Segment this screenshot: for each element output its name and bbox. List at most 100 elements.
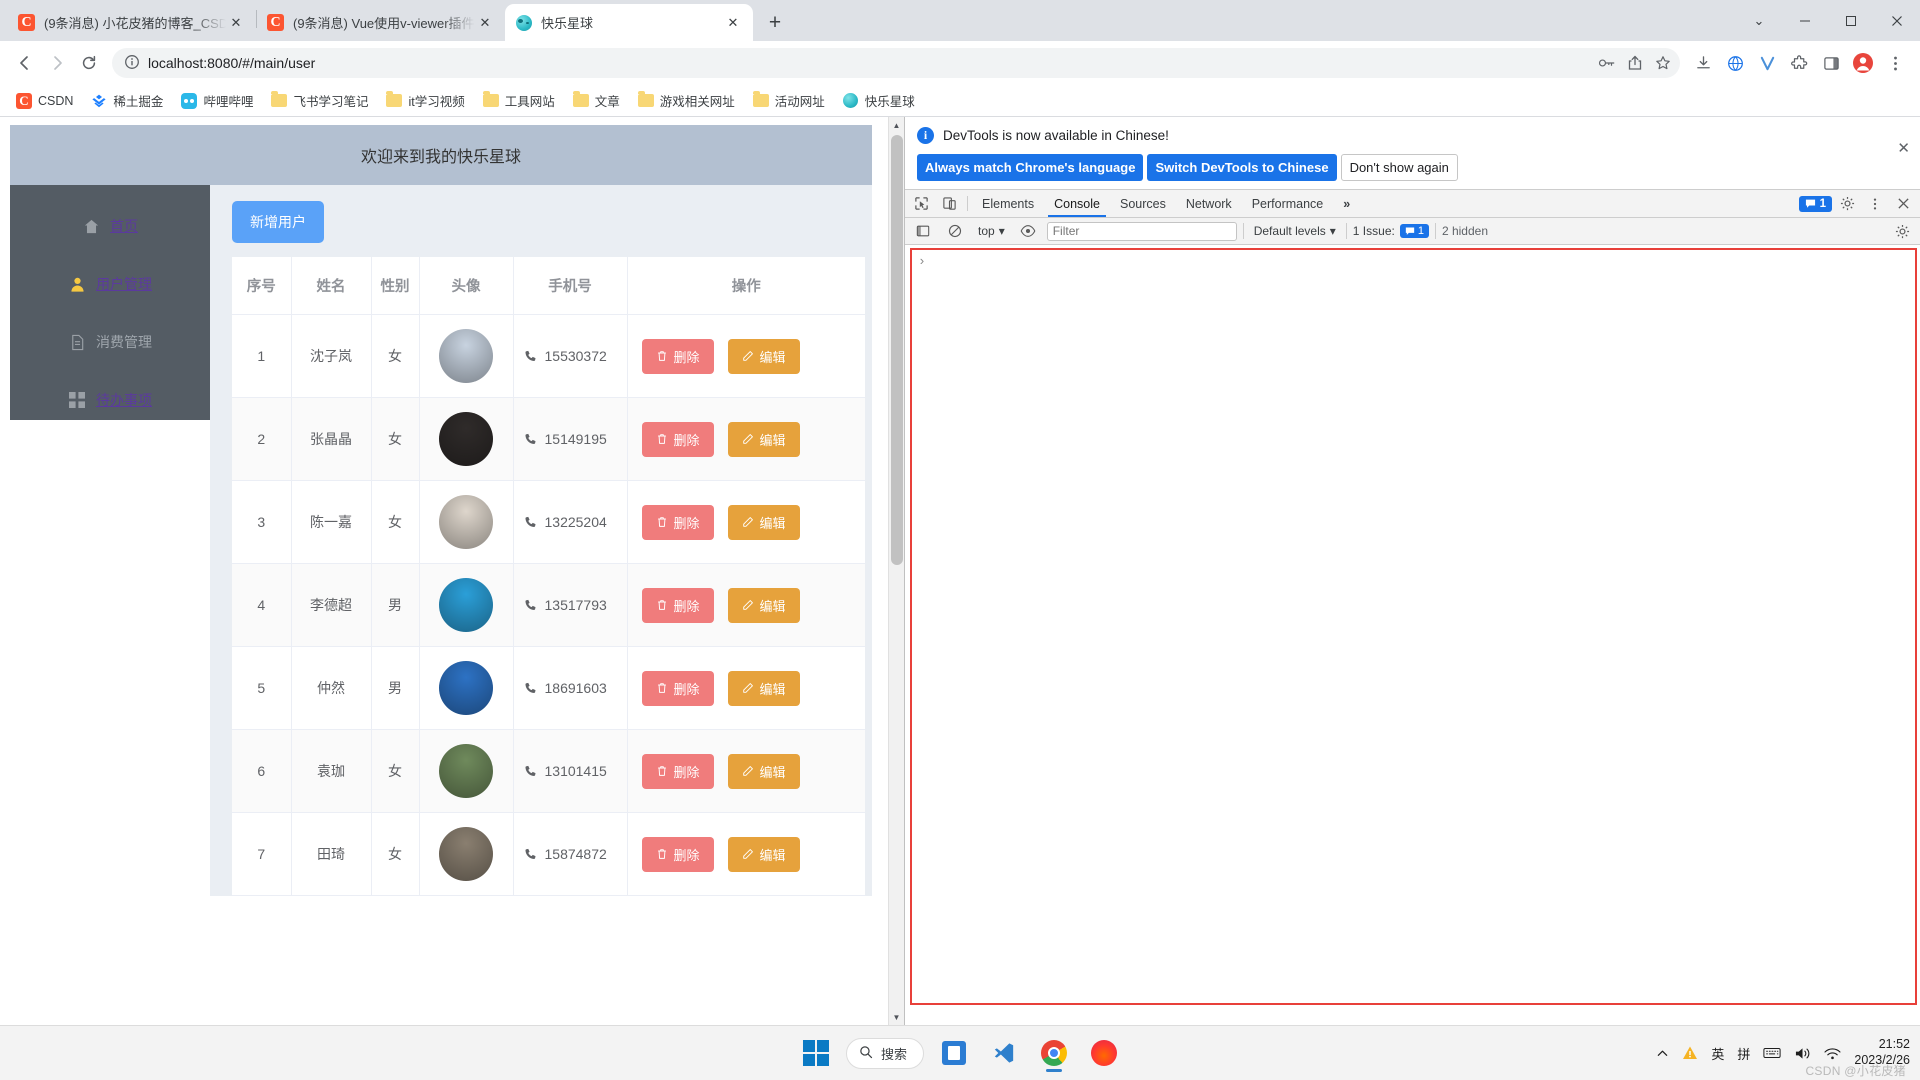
tray-volume-icon[interactable] xyxy=(1794,1046,1811,1061)
console-prompt[interactable]: › xyxy=(912,250,1915,269)
taskbar-search[interactable]: 搜索 xyxy=(845,1037,925,1069)
new-tab-button[interactable]: + xyxy=(760,8,790,38)
vimium-extension-icon[interactable] xyxy=(1752,48,1782,78)
taskbar-app-blue[interactable] xyxy=(934,1033,974,1073)
console-message-badge[interactable]: 1 xyxy=(1798,195,1832,212)
console-sidebar-toggle-icon[interactable] xyxy=(910,220,936,242)
chevron-down-icon[interactable]: ⌄ xyxy=(1736,4,1782,38)
edit-button[interactable]: 编辑 xyxy=(727,504,800,540)
bookmark-tools[interactable]: 工具网站 xyxy=(475,87,563,114)
console-levels-selector[interactable]: Default levels ▾ xyxy=(1250,224,1340,238)
side-panel-icon[interactable] xyxy=(1816,48,1846,78)
console-filter-input[interactable] xyxy=(1046,221,1237,241)
avatar[interactable] xyxy=(439,329,493,383)
inspect-element-icon[interactable] xyxy=(907,190,935,217)
avatar[interactable] xyxy=(439,495,493,549)
console-context-selector[interactable]: top ▾ xyxy=(974,224,1009,238)
sidebar-item-consumption[interactable]: 消费管理 xyxy=(10,313,210,371)
reload-icon[interactable] xyxy=(74,48,104,78)
minimize-icon[interactable] xyxy=(1782,4,1828,38)
ime-mode-indicator[interactable]: 拼 xyxy=(1737,1044,1750,1063)
taskbar-app-chrome[interactable] xyxy=(1034,1033,1074,1073)
switch-devtools-language-button[interactable]: Switch DevTools to Chinese xyxy=(1147,154,1337,181)
forward-icon[interactable] xyxy=(42,48,72,78)
scroll-down-arrow-icon[interactable]: ▼ xyxy=(889,1009,904,1025)
tray-network-icon[interactable] xyxy=(1824,1046,1841,1061)
ime-language-indicator[interactable]: 英 xyxy=(1711,1044,1724,1063)
bookmark-juejin[interactable]: 稀土掘金 xyxy=(83,87,171,114)
windows-start-button[interactable] xyxy=(796,1033,836,1073)
console-issues-indicator[interactable]: 1 Issue: 1 xyxy=(1353,224,1429,238)
profile-avatar[interactable] xyxy=(1848,48,1878,78)
share-icon[interactable] xyxy=(1626,54,1644,72)
tray-keyboard-icon[interactable] xyxy=(1763,1046,1781,1060)
close-icon[interactable]: ✕ xyxy=(475,13,495,33)
delete-button[interactable]: 删除 xyxy=(641,753,714,789)
bookmark-happy-planet[interactable]: 快乐星球 xyxy=(835,87,923,114)
sidebar-item-todo[interactable]: 待办事项 xyxy=(10,371,210,429)
taskbar-app-firefox[interactable] xyxy=(1084,1033,1124,1073)
scroll-up-arrow-icon[interactable]: ▲ xyxy=(889,117,904,133)
add-user-button[interactable]: 新增用户 xyxy=(232,201,324,243)
devtools-more-icon[interactable] xyxy=(1862,193,1888,215)
browser-tab-2[interactable]: C (9条消息) Vue使用v-viewer插件 ✕ xyxy=(257,4,505,41)
address-bar[interactable]: localhost:8080/#/main/user xyxy=(112,48,1680,78)
delete-button[interactable]: 删除 xyxy=(641,504,714,540)
avatar[interactable] xyxy=(439,661,493,715)
back-icon[interactable] xyxy=(10,48,40,78)
live-expression-eye-icon[interactable] xyxy=(1015,220,1041,242)
devtools-close-icon[interactable] xyxy=(1890,193,1916,215)
edit-button[interactable]: 编辑 xyxy=(727,338,800,374)
bookmark-games[interactable]: 游戏相关网址 xyxy=(630,87,743,114)
always-match-language-button[interactable]: Always match Chrome's language xyxy=(917,154,1144,181)
delete-button[interactable]: 删除 xyxy=(641,670,714,706)
delete-button[interactable]: 删除 xyxy=(641,338,714,374)
tray-expand-icon[interactable] xyxy=(1656,1047,1669,1060)
close-icon[interactable]: ✕ xyxy=(723,13,743,33)
taskbar-app-vscode[interactable] xyxy=(984,1033,1024,1073)
tab-performance[interactable]: Performance xyxy=(1242,190,1334,217)
extensions-puzzle-icon[interactable] xyxy=(1784,48,1814,78)
console-settings-gear-icon[interactable] xyxy=(1889,220,1915,242)
edit-button[interactable]: 编辑 xyxy=(727,836,800,872)
bookmark-it-videos[interactable]: it学习视频 xyxy=(378,87,472,114)
edit-button[interactable]: 编辑 xyxy=(727,670,800,706)
close-icon[interactable]: ✕ xyxy=(226,13,246,33)
browser-tab-1[interactable]: C (9条消息) 小花皮猪的博客_CSDN ✕ xyxy=(8,4,256,41)
chrome-menu-icon[interactable] xyxy=(1880,48,1910,78)
delete-button[interactable]: 删除 xyxy=(641,587,714,623)
edit-button[interactable]: 编辑 xyxy=(727,753,800,789)
tab-sources[interactable]: Sources xyxy=(1110,190,1176,217)
scrollbar-thumb[interactable] xyxy=(891,135,903,565)
bookmark-articles[interactable]: 文章 xyxy=(565,87,628,114)
page-scrollbar[interactable]: ▲ ▼ xyxy=(888,117,904,1025)
sidebar-item-home[interactable]: 首页 xyxy=(10,197,210,255)
bookmark-activities[interactable]: 活动网址 xyxy=(745,87,833,114)
avatar[interactable] xyxy=(439,827,493,881)
maximize-icon[interactable] xyxy=(1828,4,1874,38)
bookmark-feishu-notes[interactable]: 飞书学习笔记 xyxy=(263,87,376,114)
password-key-icon[interactable] xyxy=(1598,54,1616,72)
device-toolbar-icon[interactable] xyxy=(935,190,963,217)
more-tabs-icon[interactable]: » xyxy=(1333,190,1360,217)
delete-button[interactable]: 删除 xyxy=(641,836,714,872)
avatar[interactable] xyxy=(439,412,493,466)
delete-button[interactable]: 删除 xyxy=(641,421,714,457)
avatar[interactable] xyxy=(439,744,493,798)
browser-tab-3[interactable]: 快乐星球 ✕ xyxy=(505,4,753,41)
bookmark-csdn[interactable]: C CSDN xyxy=(8,89,81,113)
window-close-icon[interactable] xyxy=(1874,4,1920,38)
bookmark-bilibili[interactable]: 哔哩哔哩 xyxy=(173,87,261,114)
tab-console[interactable]: Console xyxy=(1044,190,1110,217)
downloads-icon[interactable] xyxy=(1688,48,1718,78)
bookmark-star-icon[interactable] xyxy=(1654,54,1672,72)
edit-button[interactable]: 编辑 xyxy=(727,421,800,457)
tab-network[interactable]: Network xyxy=(1176,190,1242,217)
avatar[interactable] xyxy=(439,578,493,632)
clear-console-icon[interactable] xyxy=(942,220,968,242)
console-output[interactable]: › xyxy=(905,245,1920,1025)
tab-elements[interactable]: Elements xyxy=(972,190,1044,217)
sidebar-item-user-management[interactable]: 用户管理 xyxy=(10,255,210,313)
translate-icon[interactable] xyxy=(1720,48,1750,78)
banner-close-icon[interactable]: ✕ xyxy=(1897,139,1910,157)
